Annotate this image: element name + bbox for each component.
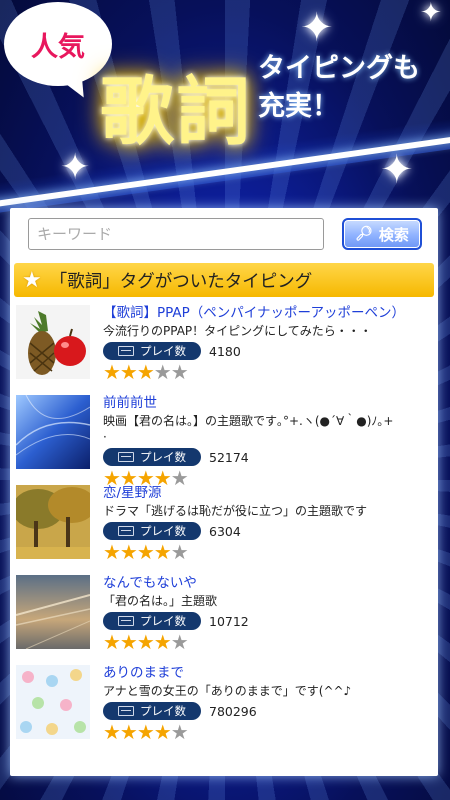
star-empty-icon: ★	[170, 540, 189, 564]
play-row: プレイ数 52174	[103, 447, 436, 467]
keyboard-icon	[118, 616, 134, 626]
item-description: 映画【君の名は。】の主題歌です｡°+.ヽ(●´∀｀●)ﾉ｡+	[103, 414, 394, 428]
list-item[interactable]: ありのままで アナと雪の女王の「ありのままで」です(^^♪ プレイ数 78029…	[16, 663, 436, 753]
star-filled-icon: ★★★★	[103, 720, 172, 744]
thumbnail-sky[interactable]	[16, 575, 90, 649]
subheadline-line-2: 充実！	[258, 91, 339, 122]
rating-stars: ★★★★★	[103, 361, 436, 383]
play-count: 10712	[209, 613, 249, 629]
star-icon: ★	[22, 267, 42, 293]
play-row: プレイ数 780296	[103, 701, 436, 721]
star-empty-icon: ★	[170, 720, 189, 744]
item-title[interactable]: 前前前世	[103, 393, 436, 413]
popular-badge: 人気	[4, 2, 112, 86]
star-empty-icon: ★★	[153, 360, 189, 384]
play-row: プレイ数 4180	[103, 341, 436, 361]
item-title[interactable]: なんでもないや	[103, 573, 436, 593]
keyboard-icon	[118, 526, 134, 536]
play-count: 52174	[209, 449, 249, 465]
thumbnail-blue-abstract[interactable]	[16, 395, 90, 469]
popular-badge-text: 人気	[31, 31, 85, 63]
list-item[interactable]: 恋/星野源 ドラマ「逃げるは恥だが役に立つ」の主題歌です プレイ数 6304 ★…	[16, 483, 436, 573]
item-description: アナと雪の女王の「ありのままで」です(^^♪	[103, 684, 352, 698]
sparkle-icon: ✦	[60, 147, 91, 188]
item-title[interactable]: 【歌詞】PPAP（ペンパイナッポーアッポーペン）	[103, 303, 436, 323]
subheadline-line-1: タイピングも	[258, 53, 420, 84]
play-row: プレイ数 10712	[103, 611, 436, 631]
item-title[interactable]: 恋/星野源	[103, 483, 436, 503]
play-label: プレイ数	[140, 614, 186, 628]
keyboard-icon	[118, 452, 134, 462]
item-description: 今流行りのPPAP！タイピングにしてみたら・・・	[103, 324, 372, 338]
play-count-badge: プレイ数	[103, 522, 201, 540]
headline: 歌詞	[100, 69, 252, 155]
thumbnail-autumn-trees[interactable]	[16, 485, 90, 559]
play-count-badge: プレイ数	[103, 342, 201, 360]
search-button-label: 検索	[378, 225, 409, 244]
item-info: ありのままで アナと雪の女王の「ありのままで」です(^^♪ プレイ数 78029…	[103, 663, 436, 743]
search-bar: 🔍︎ 検索	[28, 218, 424, 252]
keyboard-icon	[118, 706, 134, 716]
search-input[interactable]	[28, 218, 324, 250]
play-count: 6304	[209, 523, 241, 539]
item-info: 恋/星野源 ドラマ「逃げるは恥だが役に立つ」の主題歌です プレイ数 6304 ★…	[103, 483, 436, 563]
sparkle-icon: ✦	[380, 147, 414, 193]
play-count-badge: プレイ数	[103, 448, 201, 466]
star-empty-icon: ★	[170, 630, 189, 654]
rating-stars: ★★★★★	[103, 631, 436, 653]
content-panel: 🔍︎ 検索 ★ 「歌詞」タグがついたタイピング 【歌詞】PPA	[10, 208, 438, 776]
item-title[interactable]: ありのままで	[103, 663, 436, 683]
search-icon: 🔍︎	[355, 226, 373, 242]
play-label: プレイ数	[140, 450, 186, 464]
sparkle-icon: ✦	[300, 5, 334, 51]
play-label: プレイ数	[140, 704, 186, 718]
star-filled-icon: ★★★	[103, 360, 155, 384]
star-filled-icon: ★★★★	[103, 540, 172, 564]
list-item[interactable]: 前前前世 映画【君の名は。】の主題歌です｡°+.ヽ(●´∀｀●)ﾉ｡+ · プレ…	[16, 393, 436, 489]
thumbnail-pineapple-apple[interactable]	[16, 305, 90, 379]
play-count: 4180	[209, 343, 241, 359]
star-filled-icon: ★★★★	[103, 630, 172, 654]
item-description-line-2: ·	[103, 430, 107, 444]
item-description: ドラマ「逃げるは恥だが役に立つ」の主題歌です	[103, 504, 368, 518]
item-description: 「君の名は。」主題歌	[103, 594, 218, 608]
typing-list: 【歌詞】PPAP（ペンパイナッポーアッポーペン） 今流行りのPPAP！タイピング…	[16, 303, 436, 753]
list-item[interactable]: 【歌詞】PPAP（ペンパイナッポーアッポーペン） 今流行りのPPAP！タイピング…	[16, 303, 436, 393]
item-info: 前前前世 映画【君の名は。】の主題歌です｡°+.ヽ(●´∀｀●)ﾉ｡+ · プレ…	[103, 393, 436, 489]
tag-section-header: ★ 「歌詞」タグがついたタイピング	[14, 263, 434, 297]
play-count-badge: プレイ数	[103, 612, 201, 630]
thumbnail-snowflakes[interactable]	[16, 665, 90, 739]
play-count-badge: プレイ数	[103, 702, 201, 720]
subheadline: タイピングも 充実！	[258, 50, 420, 126]
rating-stars: ★★★★★	[103, 541, 436, 563]
keyboard-icon	[118, 346, 134, 356]
list-item[interactable]: なんでもないや 「君の名は。」主題歌 プレイ数 10712 ★★★★★	[16, 573, 436, 663]
play-row: プレイ数 6304	[103, 521, 436, 541]
sparkle-icon: ✦	[420, 0, 442, 28]
tag-section-title: 「歌詞」タグがついたタイピング	[49, 271, 313, 292]
play-label: プレイ数	[140, 344, 186, 358]
rating-stars: ★★★★★	[103, 721, 436, 743]
play-count: 780296	[209, 703, 257, 719]
item-info: なんでもないや 「君の名は。」主題歌 プレイ数 10712 ★★★★★	[103, 573, 436, 653]
search-button[interactable]: 🔍︎ 検索	[342, 218, 422, 250]
play-label: プレイ数	[140, 524, 186, 538]
item-info: 【歌詞】PPAP（ペンパイナッポーアッポーペン） 今流行りのPPAP！タイピング…	[103, 303, 436, 383]
